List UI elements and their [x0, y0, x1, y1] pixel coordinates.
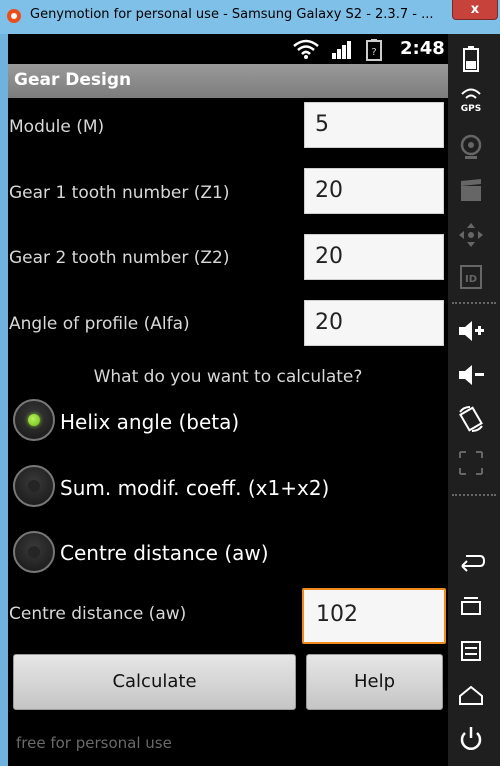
panel-divider	[452, 302, 496, 304]
emulator-side-panel: GPS ID	[448, 34, 500, 766]
module-label: Module (M)	[9, 117, 105, 137]
power-icon[interactable]	[456, 724, 486, 754]
z2-input[interactable]: 20	[304, 234, 444, 280]
radio-sum-modif-coeff[interactable]	[13, 465, 55, 507]
battery-icon: ?	[366, 39, 382, 61]
radio-centre-distance[interactable]	[13, 531, 55, 573]
device-screen: ? 2:48 Gear Design Module (M) 5 Gear 1 t…	[8, 34, 448, 766]
window-close-button[interactable]: x	[452, 0, 498, 20]
module-input[interactable]: 5	[304, 102, 444, 148]
result-label: Centre distance (aw)	[9, 604, 187, 624]
status-bar: ? 2:48	[8, 34, 448, 64]
genymotion-app-icon	[7, 9, 21, 23]
footer-text: free for personal use	[16, 734, 172, 752]
rotate-icon[interactable]	[456, 404, 486, 434]
alfa-input[interactable]: 20	[304, 300, 444, 346]
gps-icon[interactable]: GPS	[456, 84, 486, 114]
help-button[interactable]: Help	[306, 654, 443, 710]
window-title-bar: Genymotion for personal use - Samsung Ga…	[0, 0, 500, 34]
volume-up-icon[interactable]	[456, 316, 486, 346]
signal-icon	[332, 41, 351, 59]
id-icon[interactable]: ID	[456, 262, 486, 292]
radio-label-centre-distance[interactable]: Centre distance (aw)	[60, 541, 269, 565]
id-text: ID	[465, 274, 477, 285]
battery-widget-icon[interactable]	[456, 44, 486, 74]
z1-label: Gear 1 tooth number (Z1)	[9, 183, 230, 203]
calculate-button[interactable]: Calculate	[13, 654, 296, 710]
radio-dot	[28, 480, 40, 492]
video-icon[interactable]	[456, 176, 486, 206]
menu-icon[interactable]	[456, 636, 486, 666]
alfa-label: Angle of profile (Alfa)	[9, 314, 190, 334]
back-icon[interactable]	[456, 546, 486, 576]
panel-divider	[452, 494, 496, 496]
app-title-bar: Gear Design	[8, 64, 448, 98]
z1-input[interactable]: 20	[304, 168, 444, 214]
radio-label-helix-angle[interactable]: Helix angle (beta)	[60, 410, 239, 434]
radio-dot	[28, 414, 40, 426]
gps-text: GPS	[461, 104, 481, 114]
home-icon[interactable]	[456, 680, 486, 710]
calculate-question: What do you want to calculate?	[93, 367, 363, 387]
radio-label-sum-modif-coeff[interactable]: Sum. modif. coeff. (x1+x2)	[60, 476, 329, 500]
radio-helix-angle[interactable]	[13, 399, 55, 441]
recent-apps-icon[interactable]	[456, 592, 486, 622]
svg-text:?: ?	[371, 47, 376, 58]
z2-label: Gear 2 tooth number (Z2)	[9, 248, 230, 268]
volume-down-icon[interactable]	[456, 360, 486, 390]
scale-icon[interactable]	[456, 448, 486, 478]
close-icon: x	[470, 2, 480, 17]
wifi-icon	[293, 39, 319, 59]
result-input[interactable]: 102	[302, 588, 446, 644]
radio-dot	[28, 546, 40, 558]
dpad-icon[interactable]	[456, 220, 486, 250]
camera-icon[interactable]	[456, 132, 486, 162]
window-title: Genymotion for personal use - Samsung Ga…	[30, 7, 434, 22]
app-title: Gear Design	[14, 70, 132, 90]
status-clock: 2:48	[400, 38, 445, 59]
